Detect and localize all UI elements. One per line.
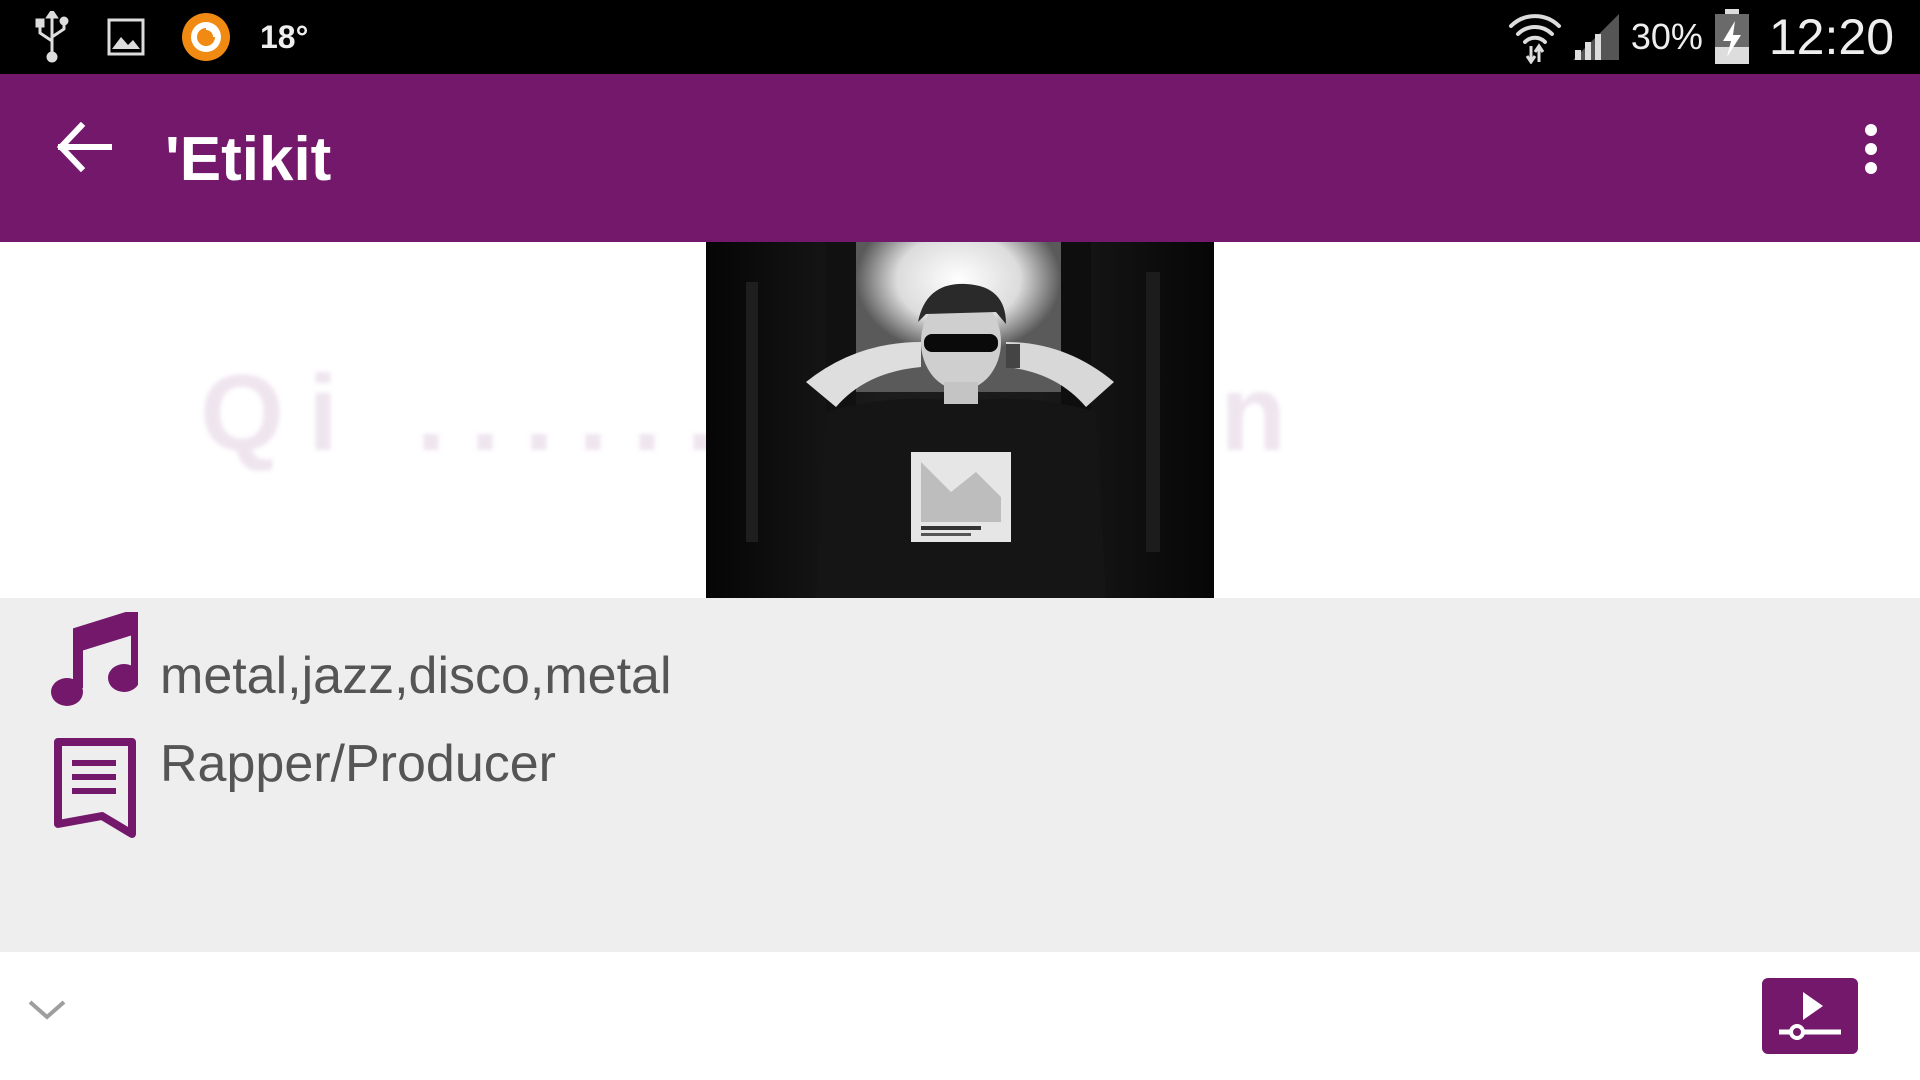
description-icon (48, 738, 140, 838)
bottom-bar (0, 952, 1920, 1080)
expand-button[interactable] (22, 992, 72, 1032)
circle-app-icon (180, 11, 232, 63)
status-right-icons: 30% 12:20 (1507, 9, 1894, 65)
temperature-text: 18° (260, 18, 309, 55)
battery-charging-icon (1713, 9, 1751, 65)
cell-signal-icon (1571, 12, 1621, 62)
info-panel: metal,jazz,disco,metal Rapper/Producer (0, 598, 1920, 952)
artwork-area: Qi ........cation (0, 242, 1920, 598)
app-bar: 'Etikit (0, 74, 1920, 242)
player-button[interactable] (1762, 978, 1858, 1054)
artist-photo (706, 242, 1214, 598)
role-row: Rapper/Producer (48, 738, 556, 838)
play-slider-icon (1775, 986, 1845, 1047)
music-note-icon (48, 612, 140, 712)
page-title: 'Etikit (165, 125, 332, 194)
genres-text: metal,jazz,disco,metal (160, 647, 672, 705)
genres-row: metal,jazz,disco,metal (48, 612, 672, 712)
overflow-menu-button[interactable] (1846, 116, 1896, 186)
back-button[interactable] (50, 114, 120, 184)
arrow-back-icon (56, 121, 113, 177)
wifi-icon (1507, 10, 1563, 64)
more-vert-icon (1863, 122, 1879, 181)
usb-icon (34, 11, 70, 63)
role-text: Rapper/Producer (160, 735, 556, 793)
chevron-down-icon (27, 999, 67, 1026)
status-left-icons: 18° (34, 10, 308, 64)
image-icon (106, 17, 146, 57)
battery-percentage: 30% (1630, 16, 1703, 57)
status-bar: 18° 30% 12:20 (0, 0, 1920, 74)
clock: 12:20 (1768, 9, 1894, 65)
